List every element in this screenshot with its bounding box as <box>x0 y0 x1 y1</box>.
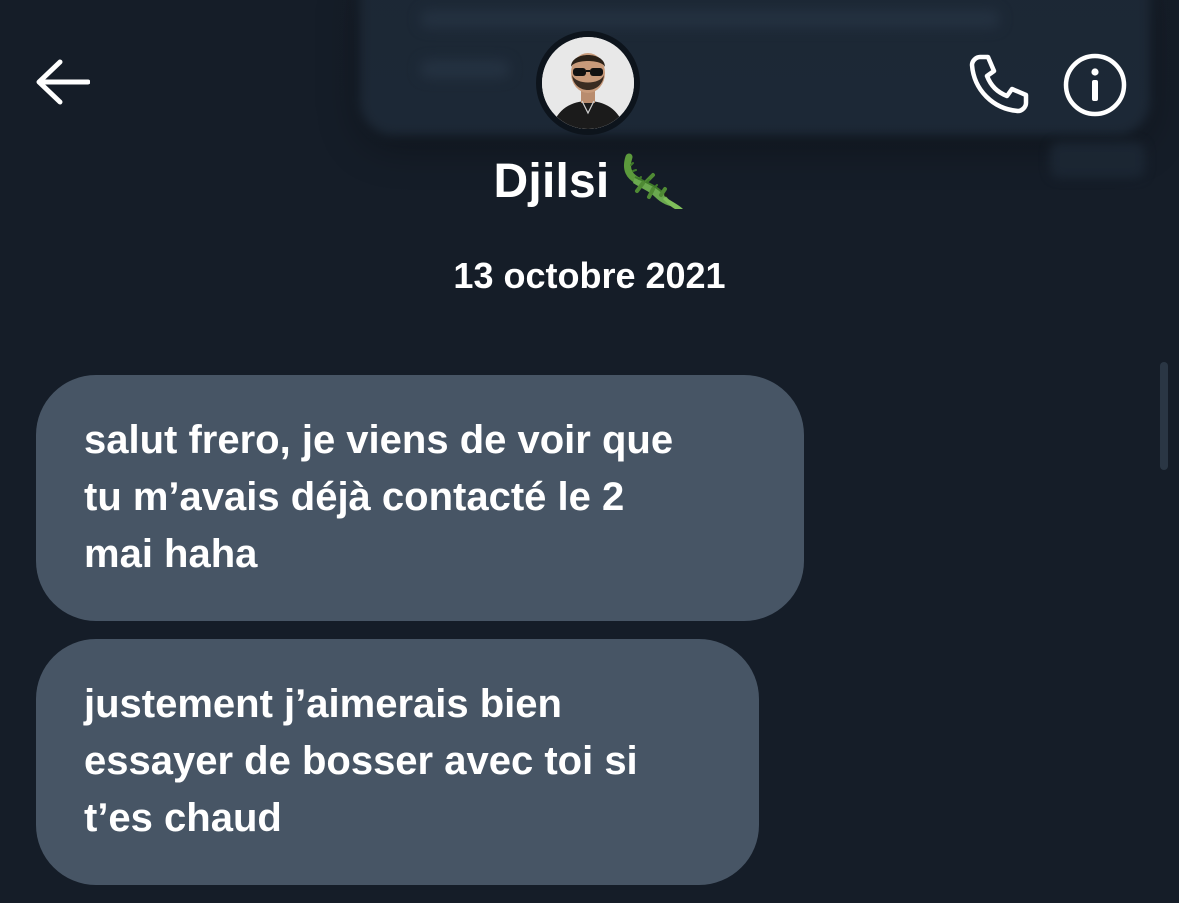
message-bubble[interactable]: salut frero, je viens de voir que tu m’a… <box>36 375 804 621</box>
message-text-line: essayer de bosser avec toi si <box>84 739 638 783</box>
message-text-line: tu m’avais déjà contacté le 2 <box>84 475 625 519</box>
scrollbar[interactable] <box>1160 362 1168 470</box>
contact-header[interactable]: Djilsi <box>0 148 1179 214</box>
message-bubble[interactable]: justement j’aimerais bien essayer de bos… <box>36 639 759 885</box>
info-icon <box>1063 53 1127 117</box>
back-button[interactable] <box>30 50 94 114</box>
info-button[interactable] <box>1058 48 1132 122</box>
dm-conversation-screen: Djilsi 13 octobre 2021 salut frero, je v… <box>0 0 1179 903</box>
message-text-line: mai haha <box>84 532 258 576</box>
message-text-line: justement j’aimerais bien <box>84 682 562 726</box>
avatar[interactable] <box>536 31 640 135</box>
profile-photo <box>542 37 634 129</box>
call-button[interactable] <box>962 48 1034 120</box>
contact-name: Djilsi <box>493 154 610 208</box>
phone-icon <box>969 54 1029 114</box>
message-text-line: salut frero, je viens de voir que <box>84 418 674 462</box>
crocodile-emoji-icon <box>621 151 685 211</box>
message-text-line: t’es chaud <box>84 796 282 840</box>
date-separator: 13 octobre 2021 <box>453 255 726 296</box>
arrow-left-icon <box>36 59 90 105</box>
